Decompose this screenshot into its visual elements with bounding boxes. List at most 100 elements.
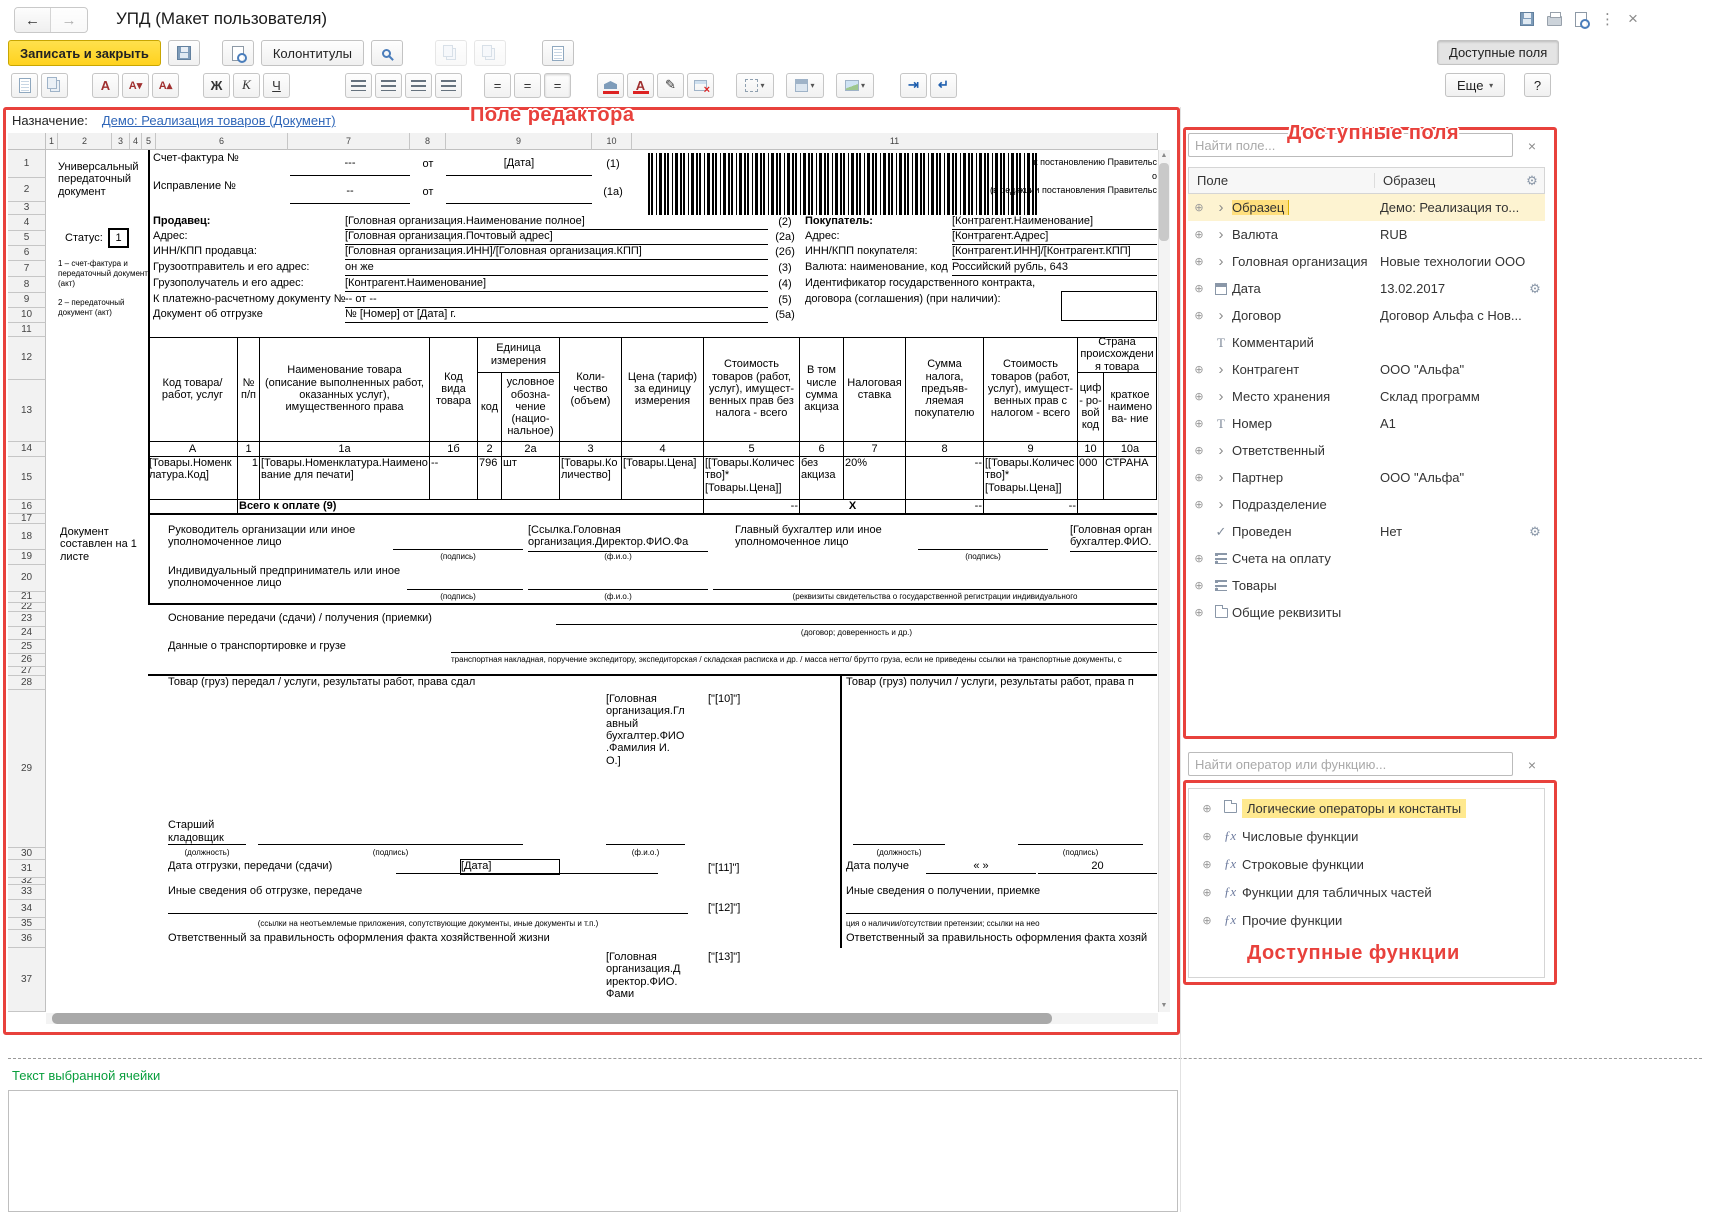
- form-cell[interactable]: 2а: [502, 442, 560, 457]
- save-button[interactable]: [168, 40, 200, 66]
- form-cell[interactable]: 4: [622, 442, 704, 457]
- font-size-down-button[interactable]: А▾: [122, 73, 149, 98]
- form-cell[interactable]: --: [704, 500, 800, 514]
- form-cell[interactable]: № [Номер] от [Дата] г.: [345, 308, 768, 323]
- form-cell[interactable]: краткое наименова- ние: [1104, 373, 1157, 442]
- row-header[interactable]: 26: [8, 654, 46, 667]
- form-cell[interactable]: Ответственный за правильность оформления…: [846, 932, 1157, 946]
- form-cell[interactable]: 7: [844, 442, 906, 457]
- form-cell[interactable]: от: [412, 152, 444, 176]
- borders-dropdown[interactable]: ▾: [736, 73, 774, 98]
- form-cell[interactable]: 1 – счет-фактура и передаточный документ…: [58, 259, 150, 301]
- column-header[interactable]: 6: [156, 133, 288, 150]
- splitter[interactable]: [8, 1058, 1702, 1059]
- form-cell[interactable]: (ф.и.о.): [528, 592, 708, 602]
- form-cell[interactable]: (ф.и.о.): [606, 848, 685, 858]
- form-cell[interactable]: (должность): [853, 848, 945, 858]
- field-row[interactable]: ⊕›ВалютаRUB: [1188, 221, 1545, 248]
- form-cell[interactable]: --: [430, 457, 478, 500]
- function-group-label[interactable]: Числовые функции: [1242, 829, 1358, 844]
- form-cell[interactable]: Дата отгрузки, передачи (сдачи): [168, 860, 396, 876]
- text-direction-button[interactable]: ⇥: [900, 73, 927, 98]
- row-header[interactable]: 36: [8, 930, 46, 948]
- form-cell[interactable]: -- от --: [345, 293, 768, 308]
- form-cell[interactable]: Главный бухгалтер или иное уполномоченно…: [735, 524, 915, 552]
- form-cell[interactable]: Документ об отгрузке: [153, 308, 345, 323]
- form-cell[interactable]: К платежно-расчетному документу №: [153, 293, 345, 308]
- form-cell[interactable]: --: [290, 180, 410, 204]
- form-cell[interactable]: Цена (тариф) за единицу измерения: [622, 337, 704, 442]
- find-button[interactable]: [371, 40, 403, 66]
- row-header[interactable]: 8: [8, 277, 46, 293]
- field-label[interactable]: Дата: [1232, 281, 1380, 296]
- form-cell[interactable]: № п/п: [238, 337, 260, 442]
- form-cell[interactable]: [1061, 291, 1157, 321]
- form-cell[interactable]: 10: [1078, 442, 1104, 457]
- field-row[interactable]: ⊕›Ответственный: [1188, 437, 1545, 464]
- form-cell[interactable]: [Контрагент.ИНН]/[Контрагент.КПП]: [952, 245, 1157, 260]
- form-cell[interactable]: « »: [926, 860, 1036, 874]
- form-cell[interactable]: 20%: [844, 457, 906, 500]
- select-all-corner[interactable]: [8, 133, 46, 150]
- row-header[interactable]: 12: [8, 337, 46, 380]
- forward-button[interactable]: →: [51, 8, 87, 32]
- row-header[interactable]: 17: [8, 514, 46, 524]
- form-cell[interactable]: [1018, 690, 1143, 845]
- align-right-button[interactable]: [405, 73, 432, 98]
- field-label[interactable]: Проведен: [1232, 524, 1380, 539]
- form-cell[interactable]: 2: [478, 442, 502, 457]
- row-header[interactable]: 31: [8, 860, 46, 878]
- expand-plus-icon[interactable]: ⊕: [1196, 830, 1218, 843]
- form-cell[interactable]: Всего к оплате (9): [238, 500, 704, 514]
- form-cell[interactable]: Исправление №: [153, 180, 288, 205]
- form-cell[interactable]: Документ составлен на 1 листе: [60, 526, 150, 571]
- form-cell[interactable]: (должность): [168, 848, 246, 858]
- field-label[interactable]: Головная организация: [1232, 254, 1380, 269]
- expand-plus-icon[interactable]: ⊕: [1188, 282, 1210, 295]
- form-cell[interactable]: [846, 900, 1157, 914]
- form-cell[interactable]: 2 – передаточный документ (акт): [58, 298, 150, 330]
- form-cell[interactable]: (подпись): [1018, 848, 1143, 858]
- row-header[interactable]: 7: [8, 261, 46, 277]
- row-header[interactable]: 20: [8, 565, 46, 592]
- form-cell[interactable]: Счет-фактура №: [153, 152, 288, 177]
- form-cell[interactable]: Идентификатор государственного контракта…: [805, 277, 1060, 292]
- form-cell[interactable]: Код товара/ работ, услуг: [148, 337, 238, 442]
- form-cell[interactable]: о: [857, 171, 1157, 183]
- form-cell[interactable]: В том числе сумма акциза: [800, 337, 844, 442]
- available-fields-toggle[interactable]: Доступные поля: [1437, 40, 1559, 65]
- form-cell[interactable]: Руководитель организации или иное уполно…: [168, 524, 390, 552]
- form-cell[interactable]: ИНН/КПП покупателя:: [805, 245, 953, 260]
- column-header[interactable]: 8: [410, 133, 446, 150]
- field-row[interactable]: ✓ПроведенНет⚙: [1188, 518, 1545, 545]
- form-cell[interactable]: он же: [345, 261, 768, 276]
- form-cell[interactable]: Единица измерения: [478, 337, 560, 373]
- form-cell[interactable]: 20: [1038, 860, 1157, 874]
- expand-plus-icon[interactable]: ⊕: [1188, 444, 1210, 457]
- field-row[interactable]: ⊕Счета на оплату: [1188, 545, 1545, 572]
- row-header[interactable]: 13: [8, 380, 46, 442]
- spacing-double-button[interactable]: =: [544, 73, 571, 98]
- form-cell[interactable]: (подпись): [393, 592, 523, 602]
- form-cell[interactable]: [Ссылка.Головная организация.Директор.ФИ…: [528, 524, 708, 552]
- form-cell[interactable]: [Товары.Номенклатура.Код]: [148, 457, 238, 500]
- form-cell[interactable]: [[Товары.Количество]*[Товары.Цена]]: [984, 457, 1078, 500]
- fill-color-button[interactable]: [597, 73, 624, 98]
- form-cell[interactable]: (2а): [768, 230, 802, 245]
- row-header[interactable]: 2: [8, 178, 46, 202]
- function-group-row[interactable]: ⊕ƒxПрочие функции: [1196, 906, 1541, 934]
- form-cell[interactable]: [Головная организация.Почтовый адрес]: [345, 230, 768, 245]
- form-cell[interactable]: ---: [290, 152, 410, 176]
- align-left-button[interactable]: [345, 73, 372, 98]
- form-cell[interactable]: А: [148, 442, 238, 457]
- column-header[interactable]: 2: [58, 133, 112, 150]
- row-header[interactable]: 34: [8, 900, 46, 918]
- form-cell[interactable]: [Головная организация.Наименование полно…: [345, 215, 768, 230]
- field-row[interactable]: ⊕›ОбразецДемо: Реализация то...: [1188, 194, 1545, 221]
- form-cell[interactable]: Страна происхождения товара: [1078, 337, 1157, 373]
- field-label[interactable]: Контрагент: [1232, 362, 1380, 377]
- field-label[interactable]: Подразделение: [1232, 497, 1380, 512]
- form-cell[interactable]: [451, 640, 1157, 653]
- form-cell[interactable]: 8: [906, 442, 984, 457]
- field-label[interactable]: Общие реквизиты: [1232, 605, 1380, 620]
